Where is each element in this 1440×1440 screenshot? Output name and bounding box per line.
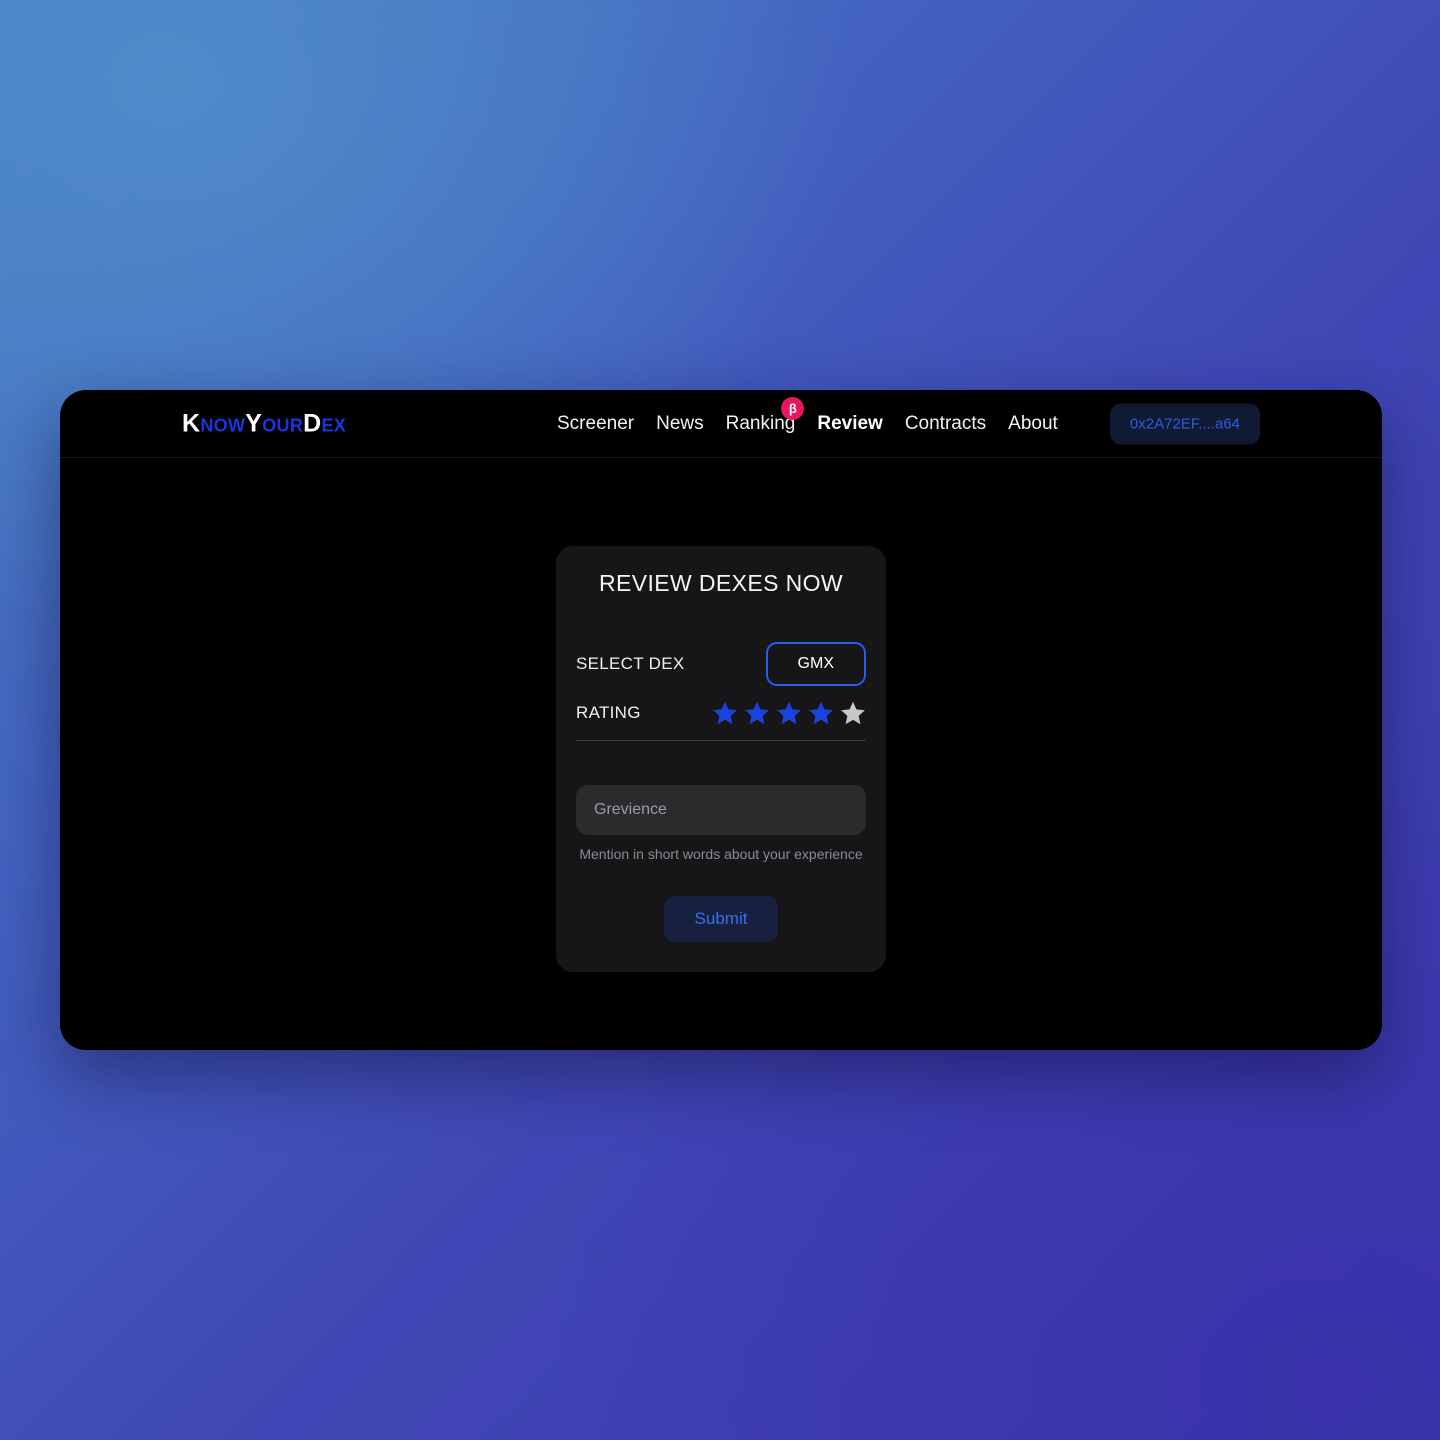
submit-button[interactable]: Submit xyxy=(663,896,779,942)
grievance-input[interactable] xyxy=(576,785,866,835)
logo-part-1-cap: K xyxy=(182,409,201,437)
nav-item-screener[interactable]: Screener xyxy=(557,413,634,435)
card-title: REVIEW DEXES NOW xyxy=(598,570,844,596)
rating-stars[interactable] xyxy=(712,700,866,726)
site-logo[interactable]: KNOWYOURDEX xyxy=(182,409,346,438)
nav-item-ranking[interactable]: Ranking β xyxy=(726,396,805,435)
star-icon-4[interactable] xyxy=(808,700,834,726)
rating-row: RATING xyxy=(576,700,866,726)
beta-badge-icon: β xyxy=(781,396,805,420)
submit-row: Submit xyxy=(576,896,866,942)
review-card: REVIEW DEXES NOW SELECT DEX GMX RATING M… xyxy=(556,546,886,972)
star-icon-1[interactable] xyxy=(712,700,738,726)
nav-label: Review xyxy=(817,412,883,434)
star-icon-3[interactable] xyxy=(776,700,802,726)
logo-part-2-cap: Y xyxy=(245,409,263,437)
nav-item-about[interactable]: About xyxy=(1008,413,1058,435)
logo-part-2-rest: OUR xyxy=(262,415,304,435)
top-navigation-bar: KNOWYOURDEX Screener News Ranking β Revi… xyxy=(60,390,1382,458)
nav-item-contracts[interactable]: Contracts xyxy=(905,413,986,435)
logo-part-1-rest: NOW xyxy=(200,415,246,435)
grievance-helper-text: Mention in short words about your experi… xyxy=(579,846,863,862)
main-nav: Screener News Ranking β Review Contracts… xyxy=(557,396,1058,435)
nav-label: Screener xyxy=(557,412,635,434)
nav-item-review[interactable]: Review xyxy=(817,413,882,435)
select-dex-row: SELECT DEX GMX xyxy=(576,642,866,686)
card-divider xyxy=(576,740,866,741)
select-dex-button[interactable]: GMX xyxy=(765,642,866,686)
browser-window: KNOWYOURDEX Screener News Ranking β Revi… xyxy=(60,390,1382,1050)
page-content: REVIEW DEXES NOW SELECT DEX GMX RATING M… xyxy=(60,458,1382,1049)
star-icon-2[interactable] xyxy=(744,700,770,726)
nav-label: Contracts xyxy=(904,412,987,434)
nav-label: About xyxy=(1008,412,1058,434)
rating-label: RATING xyxy=(576,703,641,722)
wallet-address-button[interactable]: 0x2A72EF....a64 xyxy=(1109,403,1260,444)
select-dex-label: SELECT DEX xyxy=(576,654,685,673)
logo-part-3-cap: D xyxy=(303,409,322,437)
nav-item-news[interactable]: News xyxy=(656,413,704,435)
star-icon-5[interactable] xyxy=(840,700,866,726)
logo-part-3-rest: EX xyxy=(321,415,347,435)
nav-label: News xyxy=(656,412,704,434)
